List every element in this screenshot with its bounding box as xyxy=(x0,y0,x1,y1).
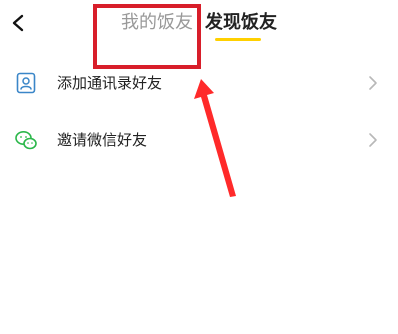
list-item-label: 添加通讯录好友 xyxy=(57,74,163,92)
list-item-invite-wechat[interactable]: 邀请微信好友 xyxy=(0,114,398,166)
wechat-icon xyxy=(15,131,37,150)
chevron-right-icon xyxy=(369,133,377,147)
active-tab-indicator xyxy=(215,38,261,41)
tab-discover-friends[interactable]: 发现饭友 xyxy=(205,12,277,34)
chevron-right-icon xyxy=(369,76,377,90)
list-item-label: 邀请微信好友 xyxy=(57,131,148,149)
back-button[interactable] xyxy=(6,10,32,36)
chevron-left-icon xyxy=(12,14,24,32)
annotation-highlight-box xyxy=(93,4,201,69)
contact-book-icon xyxy=(16,72,36,94)
